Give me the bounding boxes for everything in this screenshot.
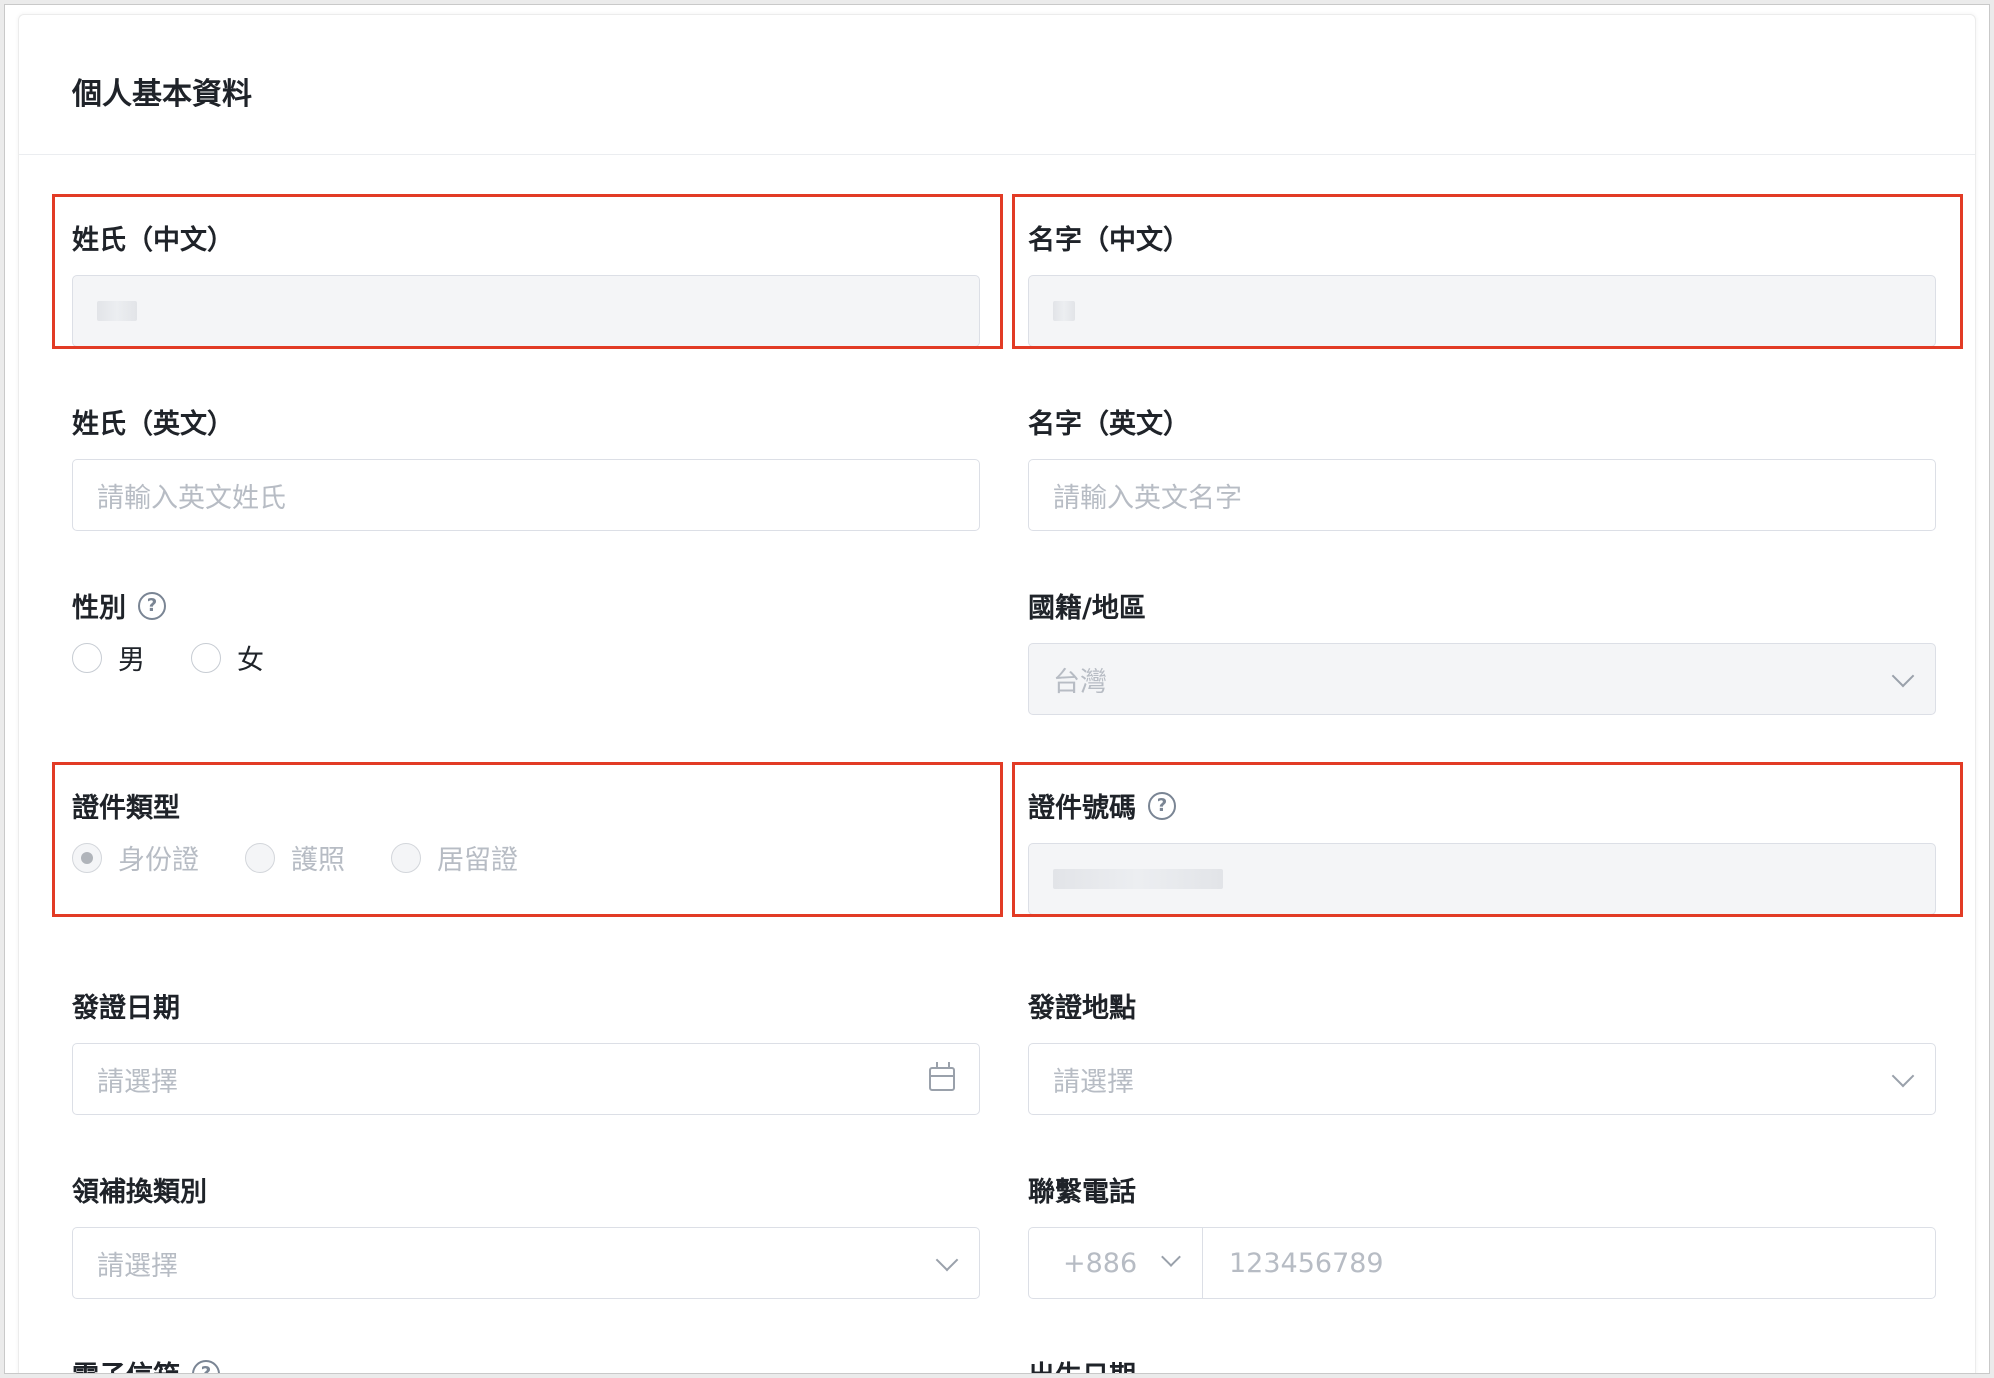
- issue-place-placeholder: 請選擇: [1053, 1066, 1134, 1098]
- gender-option-male[interactable]: 男: [72, 638, 145, 677]
- birth-date-label: 出生日期: [1028, 1354, 1136, 1373]
- nationality-value: 台灣: [1053, 666, 1107, 698]
- issue-place-label: 發證地點: [1028, 993, 1136, 1024]
- nationality-select[interactable]: 台灣: [1028, 643, 1936, 715]
- issue-date-label: 發證日期: [72, 993, 180, 1024]
- radio-circle[interactable]: [72, 642, 102, 673]
- issue-type-placeholder: 請選擇: [97, 1250, 178, 1282]
- phone-input-group: +886 123456789: [1028, 1227, 1936, 1299]
- country-code-select[interactable]: +886: [1029, 1228, 1203, 1298]
- card-title: 個人基本資料: [72, 77, 252, 112]
- highlight-box-last-name-zh: [52, 194, 1003, 349]
- first-name-en-placeholder: 請輸入英文名字: [1053, 482, 1242, 514]
- first-name-en-label: 名字（英文）: [1028, 409, 1190, 440]
- gender-label-text: 性別: [72, 593, 126, 624]
- chevron-down-icon: [935, 1248, 959, 1272]
- email-label: 電子信箱 ?: [72, 1354, 220, 1373]
- radio-label: 女: [237, 645, 264, 676]
- issue-type-label: 領補換類別: [72, 1177, 207, 1208]
- last-name-en-label: 姓氏（英文）: [72, 409, 234, 440]
- gender-label: 性別 ?: [72, 586, 166, 625]
- issue-date-placeholder: 請選擇: [97, 1066, 178, 1098]
- chevron-down-icon: [1891, 664, 1915, 688]
- gender-option-female[interactable]: 女: [191, 638, 264, 677]
- last-name-en-input[interactable]: 請輸入英文姓氏: [72, 459, 980, 531]
- country-code-value: +886: [1063, 1247, 1138, 1279]
- question-circle-icon[interactable]: ?: [138, 591, 166, 620]
- chevron-down-icon: [1161, 1247, 1181, 1267]
- radio-circle[interactable]: [191, 642, 221, 673]
- card-header: 個人基本資料: [19, 15, 1975, 155]
- issue-place-select[interactable]: 請選擇: [1028, 1043, 1936, 1115]
- last-name-en-placeholder: 請輸入英文姓氏: [97, 482, 286, 514]
- phone-number-placeholder: 123456789: [1229, 1247, 1384, 1279]
- nationality-label: 國籍/地區: [1028, 593, 1146, 624]
- highlight-box-first-name-zh: [1012, 194, 1963, 349]
- first-name-en-input[interactable]: 請輸入英文名字: [1028, 459, 1936, 531]
- phone-label: 聯繫電話: [1028, 1177, 1136, 1208]
- issue-date-picker[interactable]: 請選擇: [72, 1043, 980, 1115]
- phone-number-input[interactable]: 123456789: [1229, 1228, 1384, 1298]
- issue-type-select[interactable]: 請選擇: [72, 1227, 980, 1299]
- window-frame: 個人基本資料 姓氏（中文） 名字（中文） 姓氏（英文） 請輸入英文姓氏 名字（英…: [4, 4, 1990, 1374]
- chevron-down-icon: [1891, 1064, 1915, 1088]
- personal-info-card: 個人基本資料 姓氏（中文） 名字（中文） 姓氏（英文） 請輸入英文姓氏 名字（英…: [18, 14, 1976, 1373]
- highlight-box-id-number: [1012, 762, 1963, 917]
- email-label-text: 電子信箱: [72, 1354, 180, 1373]
- calendar-icon: [929, 1062, 955, 1091]
- radio-label: 男: [118, 645, 145, 676]
- highlight-box-id-type: [52, 762, 1003, 917]
- gender-radio-group: 男 女: [72, 638, 310, 677]
- question-circle-icon[interactable]: ?: [192, 1359, 220, 1373]
